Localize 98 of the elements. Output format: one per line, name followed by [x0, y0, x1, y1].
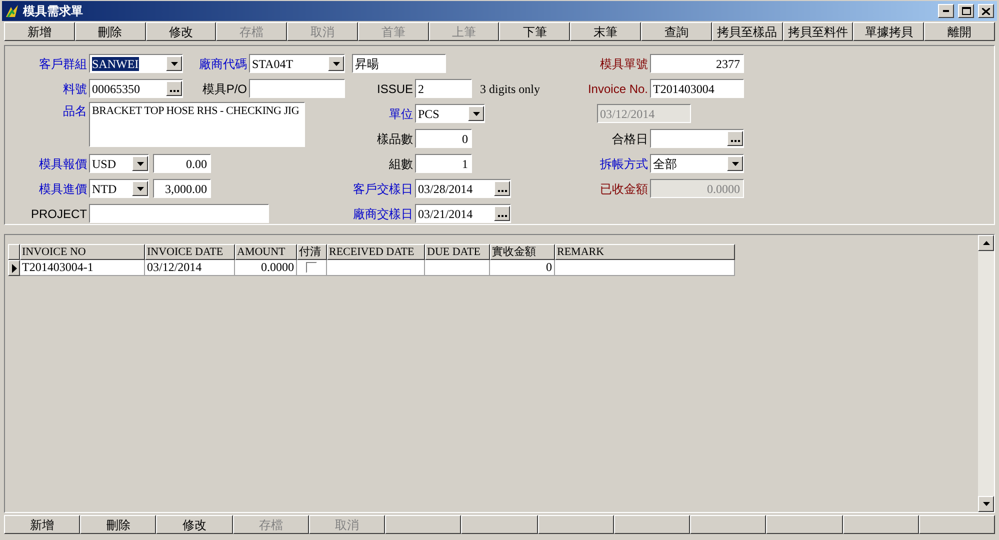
text-field[interactable] — [89, 204, 269, 223]
field-label: 模具進價 — [38, 180, 88, 198]
dropdown-field[interactable]: NTD — [89, 179, 149, 198]
dropdown-button[interactable] — [132, 181, 148, 196]
caret-icon — [136, 186, 144, 190]
field-label: 模具單號 — [599, 56, 649, 72]
app-icon — [5, 4, 19, 18]
dropdown-button[interactable] — [166, 56, 182, 71]
dropdown-field[interactable]: 全部 — [650, 154, 744, 173]
dropdown-button[interactable] — [328, 56, 344, 71]
text-field[interactable]: 1 — [415, 154, 472, 173]
text-field[interactable]: 2 — [415, 79, 472, 98]
text-field[interactable]: 2377 — [650, 54, 744, 73]
toolbar-button[interactable]: 下筆 — [499, 22, 570, 41]
toolbar-button[interactable]: 離開 — [924, 22, 995, 41]
text-field[interactable] — [650, 129, 744, 148]
text-field[interactable]: 0 — [415, 129, 472, 148]
field-label: 客戶群組 — [38, 56, 88, 72]
dropdown-button[interactable] — [727, 156, 743, 171]
close-button[interactable] — [978, 4, 994, 18]
table-cell: 0.0000 — [235, 260, 297, 276]
field-label: 品名 — [62, 103, 88, 120]
table-cell: 03/12/2014 — [145, 260, 235, 276]
column-header[interactable]: INVOICE NO — [20, 244, 145, 260]
field-label: Invoice No. — [586, 80, 649, 98]
dropdown-field[interactable]: PCS — [415, 104, 485, 123]
toolbar-button[interactable]: 刪除 — [74, 22, 146, 41]
toolbar-button[interactable]: 單據拷貝 — [853, 22, 924, 41]
caret-icon — [732, 162, 738, 166]
dropdown-button[interactable] — [132, 156, 148, 171]
row-header[interactable] — [8, 260, 20, 276]
field-label: 廠商交樣日 — [352, 206, 414, 222]
field-label: 已收金額 — [599, 180, 649, 198]
dropdown-field[interactable]: STA04T — [249, 54, 345, 73]
field-label: 料號 — [62, 80, 88, 98]
toolbar-button[interactable]: 查詢 — [641, 22, 712, 41]
checkbox[interactable] — [306, 262, 317, 273]
text-field[interactable]: T201403004 — [650, 79, 744, 98]
field-label: 單位 — [388, 106, 414, 122]
toolbar-button[interactable]: 刪除 — [80, 515, 156, 534]
ellipsis-button[interactable] — [166, 81, 182, 96]
text-field[interactable]: 03/28/2014 — [415, 179, 511, 198]
column-header[interactable]: 付清 — [297, 244, 327, 260]
text-field[interactable]: 昇暘 — [352, 54, 446, 73]
close-icon — [982, 8, 990, 14]
ellipsis-button[interactable] — [494, 181, 510, 196]
toolbar-button[interactable]: 修改 — [146, 22, 216, 41]
table-cell — [425, 260, 490, 276]
column-header[interactable]: REMARK — [555, 244, 735, 260]
column-header[interactable]: AMOUNT — [235, 244, 297, 260]
ellipsis-button[interactable] — [727, 131, 743, 146]
text-field[interactable]: 0.00 — [153, 154, 211, 173]
down-arrow-icon — [982, 502, 990, 506]
caret-icon — [472, 112, 480, 116]
toolbar-button[interactable]: 新增 — [4, 515, 80, 534]
dropdown-field[interactable]: SANWEI — [89, 54, 183, 73]
maximize-button[interactable] — [958, 4, 974, 18]
vertical-scrollbar[interactable] — [978, 235, 994, 512]
field-label: 模具P/O — [201, 80, 248, 98]
dropdown-button[interactable] — [468, 106, 484, 121]
toolbar-button[interactable]: 拷貝至樣品 — [712, 22, 783, 41]
current-row-icon — [12, 264, 16, 272]
hint-text: 3 digits only — [480, 80, 540, 98]
ellipsis-button[interactable] — [494, 206, 510, 221]
window-title: 模具需求單 — [23, 3, 84, 20]
toolbar-button[interactable]: 拷貝至料件 — [782, 22, 854, 41]
maximize-icon — [962, 7, 970, 15]
field-label: 拆帳方式 — [599, 156, 649, 172]
field-label: 客戶交樣日 — [352, 180, 414, 198]
dropdown-field[interactable]: USD — [89, 154, 149, 173]
table-cell: T201403004-1 — [20, 260, 145, 276]
up-arrow-icon — [982, 241, 990, 245]
text-field[interactable]: 3,000.00 — [153, 179, 211, 198]
caret-icon — [136, 162, 144, 166]
minimize-icon — [943, 10, 949, 12]
column-header[interactable]: RECEIVED DATE — [327, 244, 425, 260]
text-field[interactable]: 00065350 — [89, 79, 183, 98]
toolbar-button[interactable]: 修改 — [156, 515, 233, 534]
field-label: PROJECT — [30, 206, 88, 222]
field-label: ISSUE — [376, 80, 414, 98]
row-header — [8, 244, 20, 260]
field-label: 樣品數 — [376, 130, 414, 148]
text-field[interactable]: 03/21/2014 — [415, 204, 511, 223]
toolbar-button[interactable]: 新增 — [4, 22, 75, 41]
field-label: 廠商代碼 — [198, 56, 248, 72]
field-label: 合格日 — [611, 130, 649, 148]
caret-icon — [332, 62, 340, 66]
minimize-button[interactable] — [938, 4, 954, 18]
field-label: 組數 — [388, 156, 414, 172]
caret-icon — [170, 62, 178, 66]
column-header[interactable]: INVOICE DATE — [145, 244, 235, 260]
column-header[interactable]: 實收金額 — [490, 244, 555, 260]
field-label: 模具報價 — [38, 156, 88, 172]
text-area[interactable]: BRACKET TOP HOSE RHS - CHECKING JIG — [89, 102, 305, 147]
toolbar-button[interactable]: 末筆 — [570, 22, 642, 41]
table-cell: 0 — [490, 260, 555, 276]
text-field[interactable] — [249, 79, 345, 98]
column-header[interactable]: DUE DATE — [425, 244, 490, 260]
